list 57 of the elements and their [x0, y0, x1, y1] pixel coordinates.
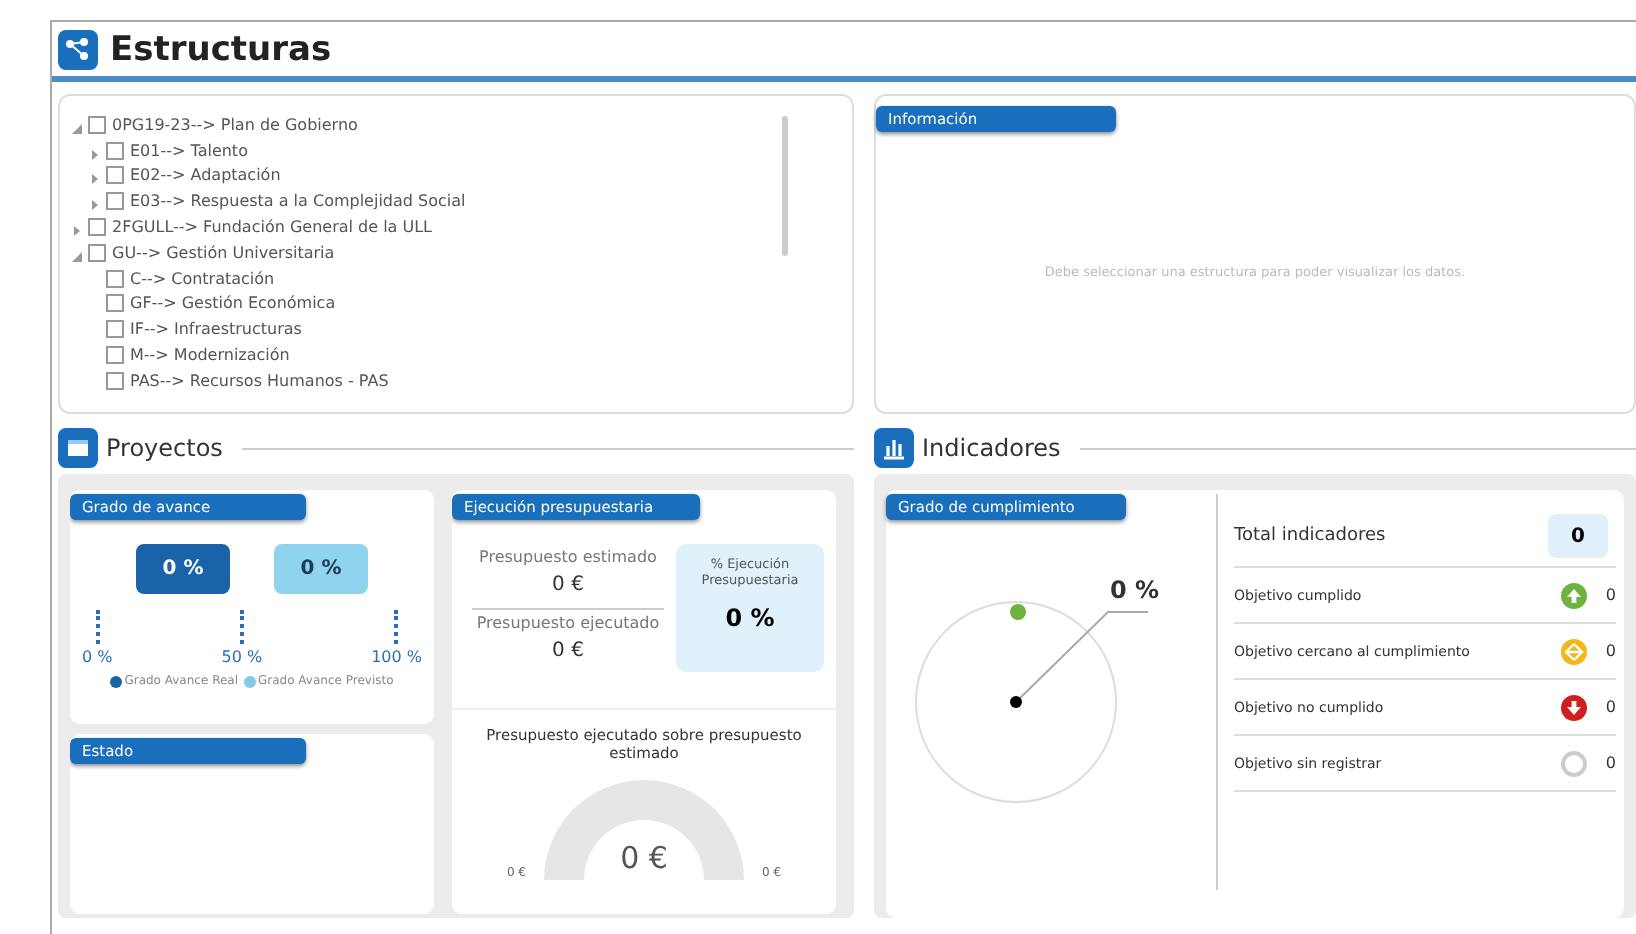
checkbox[interactable]	[106, 346, 124, 365]
checkbox[interactable]	[106, 166, 124, 185]
total-label: Total indicadores	[1234, 526, 1388, 546]
folder-icon	[58, 428, 98, 468]
indicator-count: 0	[1603, 698, 1616, 716]
section-title: Proyectos	[106, 434, 223, 462]
scale-label: 100 %	[371, 648, 422, 666]
tree-item[interactable]: GU--> Gestión Universitaria	[112, 243, 335, 262]
tree-item[interactable]: C--> Contratación	[130, 269, 275, 288]
total-value: 0	[1548, 514, 1608, 558]
bar-chart-icon	[874, 428, 914, 468]
status-up-icon	[1560, 581, 1588, 609]
checkbox[interactable]	[106, 320, 124, 339]
page-title: Estructuras	[110, 30, 332, 70]
checkbox[interactable]	[106, 141, 124, 160]
tree-item[interactable]: E01--> Talento	[130, 141, 248, 160]
status-down-icon	[1560, 693, 1588, 721]
tree-item[interactable]: IF--> Infraestructuras	[130, 320, 302, 339]
expand-arrow-icon[interactable]	[90, 196, 100, 207]
expand-arrow-icon[interactable]	[90, 145, 100, 156]
checkbox[interactable]	[106, 269, 124, 288]
budget-label: Presupuesto ejecutado	[476, 614, 660, 632]
tree-item[interactable]: E02--> Adaptación	[130, 166, 281, 185]
checkbox[interactable]	[106, 294, 124, 313]
status-near-icon	[1560, 637, 1588, 665]
scale-label: 50 %	[221, 648, 263, 666]
tree-item[interactable]: 0PG19-23--> Plan de Gobierno	[112, 115, 358, 134]
budget-value: 0 €	[552, 640, 584, 662]
checkbox[interactable]	[106, 192, 124, 211]
checkbox[interactable]	[88, 243, 106, 262]
checkbox[interactable]	[106, 371, 124, 390]
dial-value: 0 %	[1110, 576, 1160, 604]
structure-icon	[58, 30, 98, 70]
expand-arrow-icon[interactable]	[72, 119, 82, 130]
tree-item[interactable]: E03--> Respuesta a la Complejidad Social	[130, 192, 466, 211]
budget-value: 0 €	[552, 574, 584, 596]
checkbox[interactable]	[88, 115, 106, 134]
tree-item[interactable]: GF--> Gestión Económica	[130, 294, 336, 313]
indicator-count: 0	[1603, 586, 1616, 604]
real-progress-value: 0 %	[136, 544, 230, 594]
expand-arrow-icon[interactable]	[90, 170, 100, 181]
scale-label: 0 %	[82, 648, 113, 666]
tree-item[interactable]: M--> Modernización	[130, 346, 290, 365]
checkbox[interactable]	[88, 218, 106, 237]
indicator-count: 0	[1603, 754, 1616, 772]
section-title: Indicadores	[922, 434, 1061, 462]
expand-arrow-icon[interactable]	[72, 222, 82, 233]
tree-item[interactable]: PAS--> Recursos Humanos - PAS	[130, 371, 389, 390]
indicator-count: 0	[1603, 642, 1616, 660]
budget-label: Presupuesto estimado	[479, 548, 657, 566]
tree-item[interactable]: 2FGULL--> Fundación General de la ULL	[112, 218, 433, 237]
planned-progress-value: 0 %	[274, 544, 368, 594]
gauge-value: 0 €	[618, 840, 670, 876]
execution-percent-value: 0 %	[725, 604, 775, 632]
expand-arrow-icon[interactable]	[72, 247, 82, 258]
scrollbar-thumb[interactable]	[782, 116, 788, 256]
status-none-icon	[1560, 749, 1588, 777]
